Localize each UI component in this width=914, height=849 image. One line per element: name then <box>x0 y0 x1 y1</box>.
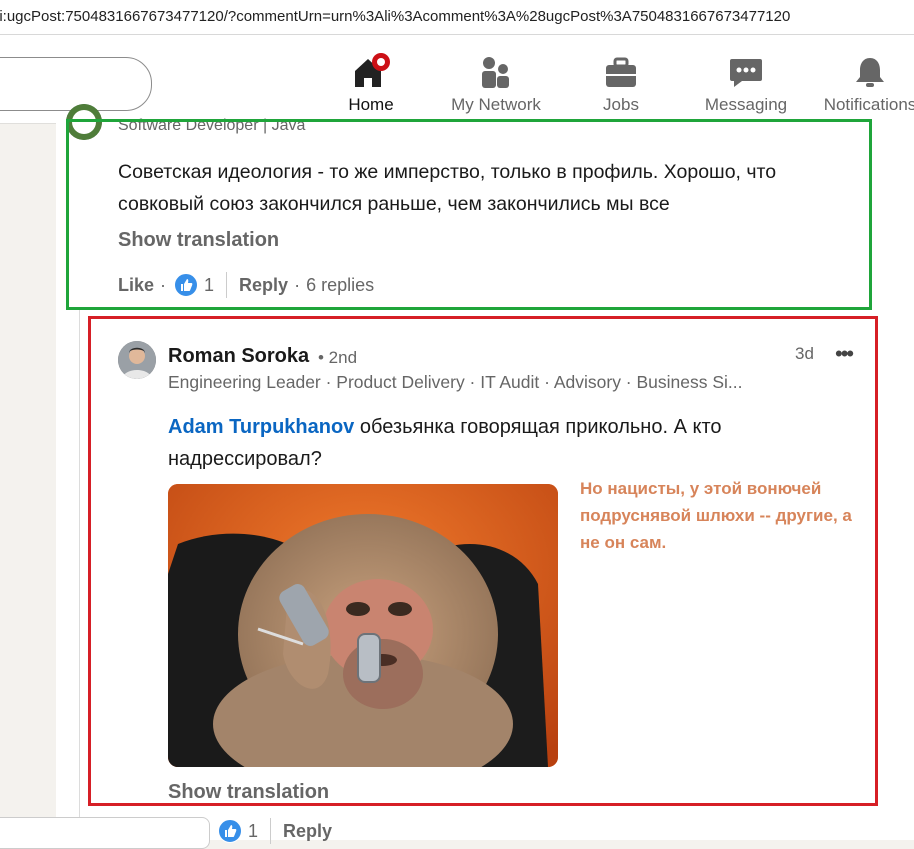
nav-messaging[interactable]: Messaging <box>691 49 801 115</box>
nav-notifications[interactable]: Notifications <box>815 49 914 115</box>
network-icon <box>441 49 551 89</box>
nav-jobs-label: Jobs <box>603 95 639 114</box>
briefcase-icon <box>566 49 676 89</box>
chat-icon <box>691 49 801 89</box>
divider <box>270 818 272 844</box>
search-input[interactable] <box>0 57 152 111</box>
thumbs-up-icon[interactable] <box>218 819 242 843</box>
nav-my-network-label: My Network <box>451 95 541 114</box>
address-bar[interactable]: li:ugcPost:7504831667673477120/?commentU… <box>0 0 914 35</box>
highlight-box-green <box>66 119 872 310</box>
top-navbar: Home My Network Jobs Messaging Notificat… <box>0 35 914 124</box>
home-icon <box>316 49 426 89</box>
highlight-box-red <box>88 316 878 806</box>
nav-messaging-label: Messaging <box>704 95 788 114</box>
chat-popup-edge[interactable] <box>0 817 210 849</box>
nav-home-label: Home <box>348 95 394 114</box>
url-text: li:ugcPost:7504831667673477120/?commentU… <box>0 8 791 25</box>
nav-notifications-label: Notifications <box>823 95 914 114</box>
nav-jobs[interactable]: Jobs <box>566 49 676 115</box>
nav-home[interactable]: Home <box>316 49 426 115</box>
nav-my-network[interactable]: My Network <box>441 49 551 115</box>
comment-actions: 1 Reply <box>218 818 332 844</box>
thread-line <box>79 310 80 830</box>
bell-icon <box>815 49 914 89</box>
reply-button[interactable]: Reply <box>283 821 332 842</box>
reaction-count[interactable]: 1 <box>248 821 258 842</box>
